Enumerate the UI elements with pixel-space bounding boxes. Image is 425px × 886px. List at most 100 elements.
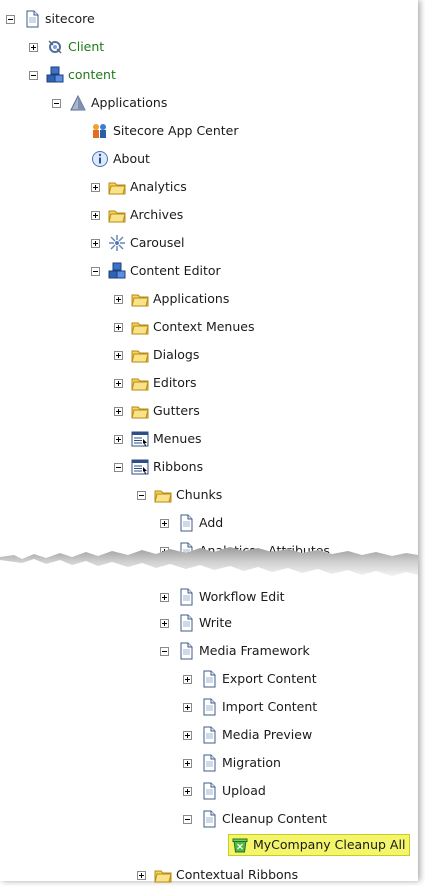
tree-node-export-content[interactable]: Export Content xyxy=(183,668,317,690)
expand-toggle[interactable] xyxy=(91,210,100,220)
expand-toggle[interactable] xyxy=(114,322,123,332)
tree-node-label: Media Preview xyxy=(222,727,313,742)
tree-node-label: Editors xyxy=(153,375,197,390)
tree-node-context-menues[interactable]: Context Menues xyxy=(114,316,254,338)
tree-node-sitecore-app-center[interactable]: Sitecore App Center xyxy=(91,120,239,142)
tree-node-media-preview[interactable]: Media Preview xyxy=(183,724,312,746)
content-tree-panel: sitecore Client content Applications Sit… xyxy=(0,0,418,883)
tree-node-label: Context Menues xyxy=(153,319,255,334)
tree-node-label: Import Content xyxy=(222,699,318,714)
page-icon xyxy=(200,698,218,716)
tree-node-sitecore[interactable]: sitecore xyxy=(6,8,95,30)
tree-node-chunks[interactable]: Chunks xyxy=(137,484,222,506)
collapse-toggle[interactable] xyxy=(114,462,123,472)
tree-node-editors[interactable]: Editors xyxy=(114,372,197,394)
collapse-toggle[interactable] xyxy=(91,266,100,276)
tree-node-label: Applications xyxy=(153,291,230,306)
cleanup-icon xyxy=(231,836,249,854)
collapse-toggle[interactable] xyxy=(137,490,146,500)
menu-icon xyxy=(131,430,149,448)
tree-node-gutters[interactable]: Gutters xyxy=(114,400,200,422)
expand-toggle[interactable] xyxy=(160,518,169,528)
expand-toggle[interactable] xyxy=(160,618,169,628)
folder-icon xyxy=(154,866,172,884)
tree-node-label: Sitecore App Center xyxy=(113,123,239,138)
folder-icon xyxy=(131,290,149,308)
page-icon xyxy=(200,810,218,828)
expand-toggle[interactable] xyxy=(183,786,192,796)
collapse-toggle[interactable] xyxy=(52,98,61,108)
tree-node-migration[interactable]: Migration xyxy=(183,752,281,774)
tree-node-label: Applications xyxy=(91,95,168,110)
selected-node-highlight[interactable]: MyCompany Cleanup All xyxy=(228,834,411,856)
expand-toggle[interactable] xyxy=(29,42,38,52)
expand-toggle[interactable] xyxy=(114,378,123,388)
tree-node-menues[interactable]: Menues xyxy=(114,428,202,450)
tree-node-contextual-ribbons[interactable]: Contextual Ribbons xyxy=(137,864,298,886)
cubes-icon xyxy=(46,66,64,84)
expand-toggle[interactable] xyxy=(114,294,123,304)
tree-node-upload[interactable]: Upload xyxy=(183,780,266,802)
tree-node-label: Gutters xyxy=(153,403,200,418)
carousel-icon xyxy=(108,234,126,252)
tree-node-write[interactable]: Write xyxy=(160,612,232,634)
tree-node-ribbons[interactable]: Ribbons xyxy=(114,456,203,478)
expand-toggle[interactable] xyxy=(183,702,192,712)
tree-node-label: Write xyxy=(199,615,233,630)
tree-node-carousel[interactable]: Carousel xyxy=(91,232,185,254)
tree-node-applications[interactable]: Applications xyxy=(52,92,167,114)
expand-toggle[interactable] xyxy=(137,870,146,880)
expand-toggle[interactable] xyxy=(114,406,123,416)
tree-node-add[interactable]: Add xyxy=(160,512,223,534)
expand-toggle[interactable] xyxy=(183,674,192,684)
tree-node-content-editor[interactable]: Content Editor xyxy=(91,260,221,282)
collapse-toggle[interactable] xyxy=(6,14,15,24)
tree-node-applications-2[interactable]: Applications xyxy=(114,288,229,310)
tree-node-archives[interactable]: Archives xyxy=(91,204,183,226)
collapse-toggle[interactable] xyxy=(29,70,38,80)
tree-node-media-framework[interactable]: Media Framework xyxy=(160,640,310,662)
expand-toggle[interactable] xyxy=(91,238,100,248)
collapse-toggle[interactable] xyxy=(183,814,192,824)
tree-node-label: Archives xyxy=(130,207,184,222)
expand-toggle[interactable] xyxy=(160,592,169,602)
tree-node-about[interactable]: About xyxy=(91,148,150,170)
expand-toggle[interactable] xyxy=(91,182,100,192)
folder-icon xyxy=(131,374,149,392)
folder-icon xyxy=(131,402,149,420)
tree-node-label: Carousel xyxy=(130,235,185,250)
tree-node-label: Contextual Ribbons xyxy=(176,867,299,882)
tree-node-label: Content Editor xyxy=(130,263,221,278)
tree-node-label: Menues xyxy=(153,431,202,446)
page-icon xyxy=(23,10,41,28)
people-icon xyxy=(91,122,109,140)
expand-toggle[interactable] xyxy=(114,350,123,360)
expand-toggle[interactable] xyxy=(183,730,192,740)
tree-node-label: Analytics xyxy=(130,179,187,194)
tree-node-content[interactable]: content xyxy=(29,64,116,86)
tree-node-label: Chunks xyxy=(176,487,223,502)
tree-node-label: Export Content xyxy=(222,671,317,686)
tree-node-analytics[interactable]: Analytics xyxy=(91,176,187,198)
tree-node-label: Cleanup Content xyxy=(222,811,328,826)
tree-node-label: Client xyxy=(68,39,105,54)
folder-icon xyxy=(131,318,149,336)
tree-node-client[interactable]: Client xyxy=(29,36,104,58)
collapse-toggle[interactable] xyxy=(160,646,169,656)
tree-node-dialogs[interactable]: Dialogs xyxy=(114,344,199,366)
tree-node-label: Ribbons xyxy=(153,459,204,474)
expand-toggle[interactable] xyxy=(114,434,123,444)
tree-node-label: MyCompany Cleanup All xyxy=(253,837,406,852)
tree-node-label: About xyxy=(113,151,150,166)
tree-node-import-content[interactable]: Import Content xyxy=(183,696,317,718)
tree-node-label: Workflow Edit xyxy=(199,589,285,604)
info-icon xyxy=(91,150,109,168)
menu-icon xyxy=(131,458,149,476)
tree-node-mycompany-cleanup-all[interactable]: MyCompany Cleanup All xyxy=(228,834,411,856)
expand-toggle[interactable] xyxy=(183,758,192,768)
tree-node-cleanup-content[interactable]: Cleanup Content xyxy=(183,808,327,830)
folder-icon xyxy=(108,206,126,224)
folder-icon xyxy=(154,486,172,504)
tree-node-workflow-edit[interactable]: Workflow Edit xyxy=(160,586,285,608)
tree-node-label: Migration xyxy=(222,755,281,770)
